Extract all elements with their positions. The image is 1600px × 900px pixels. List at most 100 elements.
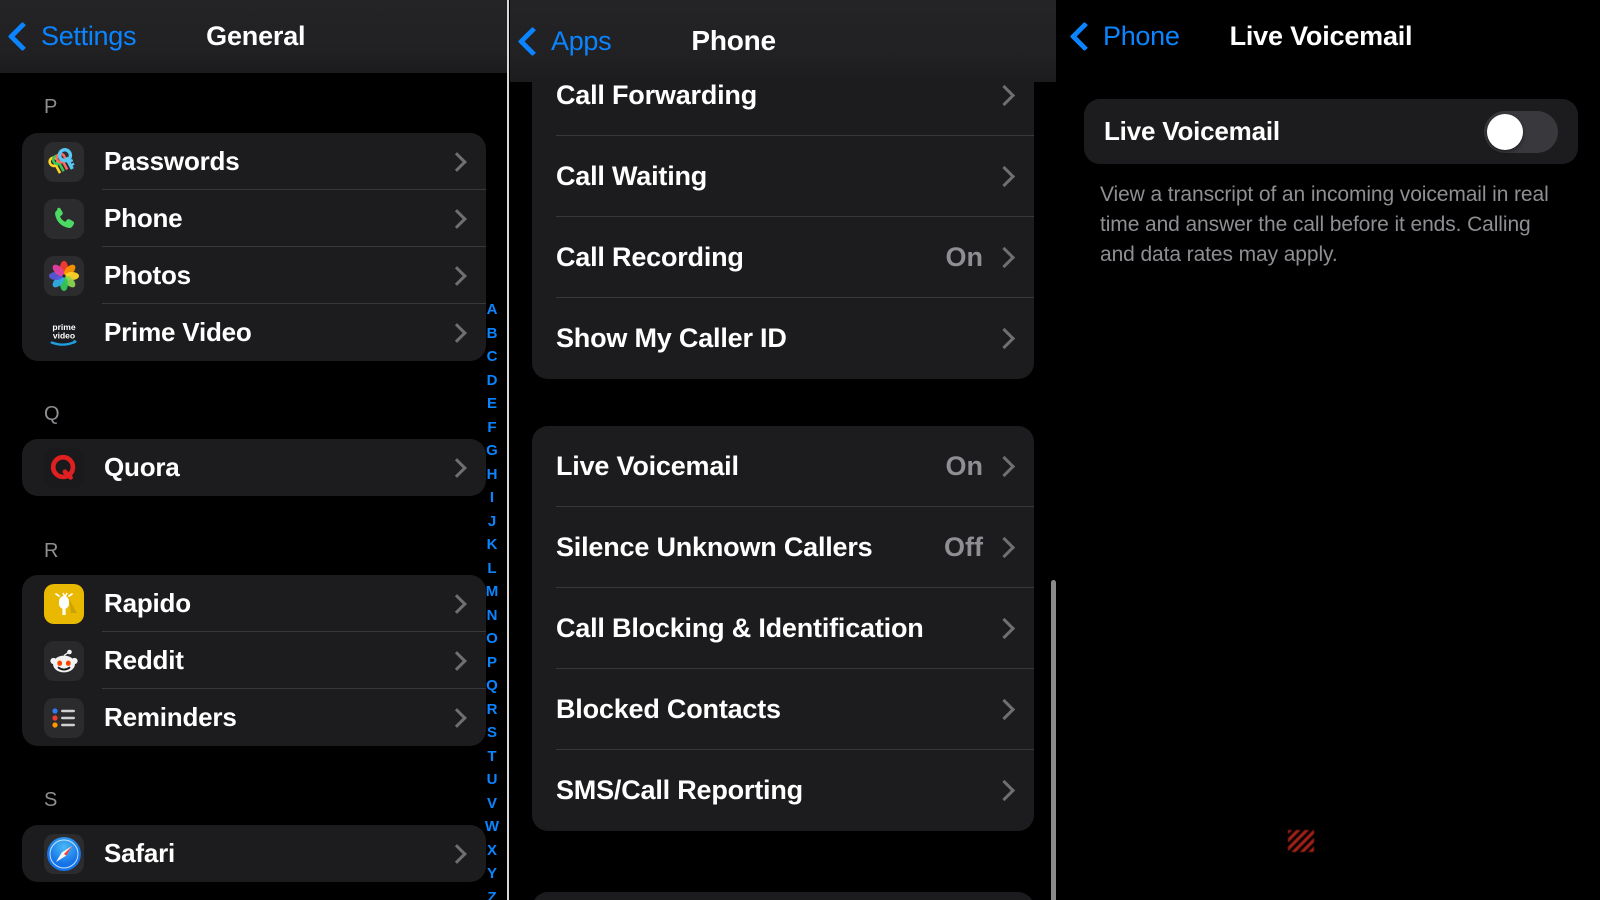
alphabet-index-letter[interactable]: U <box>487 768 498 792</box>
back-button-apps[interactable]: Apps <box>517 26 612 57</box>
list-item-phone[interactable]: Phone <box>22 190 486 247</box>
chevron-left-icon <box>1069 21 1100 52</box>
vertical-scrollbar[interactable] <box>1051 580 1056 900</box>
list-item-rapido[interactable]: Rapido <box>22 575 486 632</box>
chevron-right-icon <box>993 617 1016 640</box>
chevron-right-icon <box>447 151 467 172</box>
list-item-reminders[interactable]: Reminders <box>22 689 486 746</box>
list-item-label: Phone <box>104 203 183 233</box>
apps-card-s: Safari <box>22 825 486 882</box>
left-panel-general-apps-list: P Passwords Phone Photos prime video Pri… <box>0 0 508 900</box>
left-panel-scroll-content[interactable]: P Passwords Phone Photos prime video Pri… <box>0 0 508 900</box>
list-item-sms-call-reporting[interactable]: SMS/Call Reporting <box>532 750 1034 831</box>
chevron-right-icon <box>993 455 1016 478</box>
list-item-label: Safari <box>104 838 176 868</box>
chevron-right-icon <box>993 165 1016 188</box>
alphabet-index-letter[interactable]: Q <box>486 674 498 698</box>
list-item-value: On <box>945 451 984 481</box>
reddit-app-icon <box>44 640 84 681</box>
alphabet-index-letter[interactable]: Y <box>487 862 497 886</box>
chevron-right-icon <box>447 707 467 728</box>
chevron-right-icon <box>447 322 467 343</box>
apps-card-q: Quora <box>22 439 486 496</box>
alphabet-index-letter[interactable]: N <box>487 604 498 628</box>
list-item-label: Passwords <box>104 146 240 176</box>
list-item-silence-unknown-callers[interactable]: Silence Unknown Callers Off <box>532 507 1034 588</box>
red-stripe-artifact <box>1288 830 1314 852</box>
list-item-value: On <box>945 242 984 272</box>
list-item-reddit[interactable]: Reddit <box>22 632 486 689</box>
page-title: Live Voicemail <box>1229 21 1413 51</box>
list-item-label: Call Recording <box>556 242 744 272</box>
alphabet-index-letter[interactable]: C <box>487 345 498 369</box>
right-panel-navbar: Phone Live Voicemail <box>1062 0 1600 73</box>
chevron-right-icon <box>447 265 467 286</box>
alphabet-index-letter[interactable]: E <box>487 392 497 416</box>
list-item-label: Call Waiting <box>556 161 708 191</box>
list-item-label: Call Forwarding <box>556 80 758 110</box>
alphabet-index-letter[interactable]: S <box>487 721 497 745</box>
right-panel-content: Live Voicemail View a transcript of an i… <box>1062 0 1600 900</box>
chevron-left-icon <box>7 21 38 52</box>
list-item-passwords[interactable]: Passwords <box>22 133 486 190</box>
toggle-knob <box>1487 113 1523 150</box>
list-item-live-voicemail[interactable]: Live Voicemail On <box>532 426 1034 507</box>
list-item-photos[interactable]: Photos <box>22 247 486 304</box>
apps-card-p: Passwords Phone Photos prime video Prime… <box>22 133 486 361</box>
list-item-label: Blocked Contacts <box>556 694 781 724</box>
alphabet-index-letter[interactable]: V <box>487 792 497 816</box>
list-item-blocked-contacts[interactable]: Blocked Contacts <box>532 669 1034 750</box>
back-button-settings[interactable]: Settings <box>7 21 137 52</box>
alphabet-index-letter[interactable]: K <box>487 533 498 557</box>
alphabet-index-letter[interactable]: M <box>486 580 499 604</box>
photos-app-icon <box>44 255 84 296</box>
list-item-label: Call Blocking & Identification <box>556 613 924 643</box>
apps-card-r: Rapido Reddit Reminders <box>22 575 486 746</box>
alphabet-index-letter[interactable]: W <box>485 815 499 839</box>
alphabet-index-letter[interactable]: P <box>487 651 497 675</box>
alphabet-index-letter[interactable]: L <box>487 557 496 581</box>
live-voicemail-toggle[interactable] <box>1484 110 1558 153</box>
back-button-phone[interactable]: Phone <box>1069 21 1180 52</box>
alphabet-index-letter[interactable]: O <box>486 627 498 651</box>
alphabet-index-letter[interactable]: G <box>486 439 498 463</box>
alphabet-index-letter[interactable]: H <box>487 463 498 487</box>
page-title: General <box>206 21 306 51</box>
list-item-quora[interactable]: Quora <box>22 439 486 496</box>
section-header-letter: R <box>44 540 59 562</box>
alphabet-index-letter[interactable]: B <box>487 322 498 346</box>
phone-settings-group-3-partial <box>532 892 1034 900</box>
section-header-letter: Q <box>44 403 60 425</box>
alphabet-index-letter[interactable]: J <box>488 510 496 534</box>
list-item-call-blocking-identification[interactable]: Call Blocking & Identification <box>532 588 1034 669</box>
alphabet-index-scrubber[interactable]: ABCDEFGHIJKLMNOPQRSTUVWXYZ# <box>482 298 502 900</box>
phone-app-icon <box>44 198 84 239</box>
list-item-label: Live Voicemail <box>556 451 739 481</box>
live-voicemail-toggle-card: Live Voicemail <box>1084 99 1578 164</box>
list-item-safari[interactable]: Safari <box>22 825 486 882</box>
alphabet-index-letter[interactable]: Z <box>487 886 496 900</box>
list-item-call-waiting[interactable]: Call Waiting <box>532 136 1034 217</box>
alphabet-index-letter[interactable]: R <box>487 698 498 722</box>
mid-panel-scroll-content[interactable]: Call Forwarding Call Waiting Call Record… <box>510 0 1056 900</box>
alphabet-index-letter[interactable]: D <box>487 369 498 393</box>
list-item-call-recording[interactable]: Call Recording On <box>532 217 1034 298</box>
toggle-row-live-voicemail[interactable]: Live Voicemail <box>1084 99 1578 164</box>
chevron-right-icon <box>447 650 467 671</box>
quora-app-icon <box>44 447 84 488</box>
safari-app-icon <box>44 833 84 874</box>
alphabet-index-letter[interactable]: X <box>487 839 497 863</box>
chevron-right-icon <box>447 208 467 229</box>
alphabet-index-letter[interactable]: F <box>487 416 496 440</box>
reminders-app-icon <box>44 697 84 738</box>
alphabet-index-letter[interactable]: I <box>490 486 494 510</box>
alphabet-index-letter[interactable]: T <box>487 745 496 769</box>
list-item-prime-video[interactable]: prime video Prime Video <box>22 304 486 361</box>
alphabet-index-letter[interactable]: A <box>487 298 498 322</box>
list-item-show-my-caller-id[interactable]: Show My Caller ID <box>532 298 1034 379</box>
back-button-label: Settings <box>41 21 137 51</box>
panel-divider-1 <box>507 0 509 900</box>
mid-panel-navbar: Apps Phone <box>510 0 1056 82</box>
three-panel-settings-screenshot: P Passwords Phone Photos prime video Pri… <box>0 0 1600 900</box>
svg-text:video: video <box>53 330 75 340</box>
